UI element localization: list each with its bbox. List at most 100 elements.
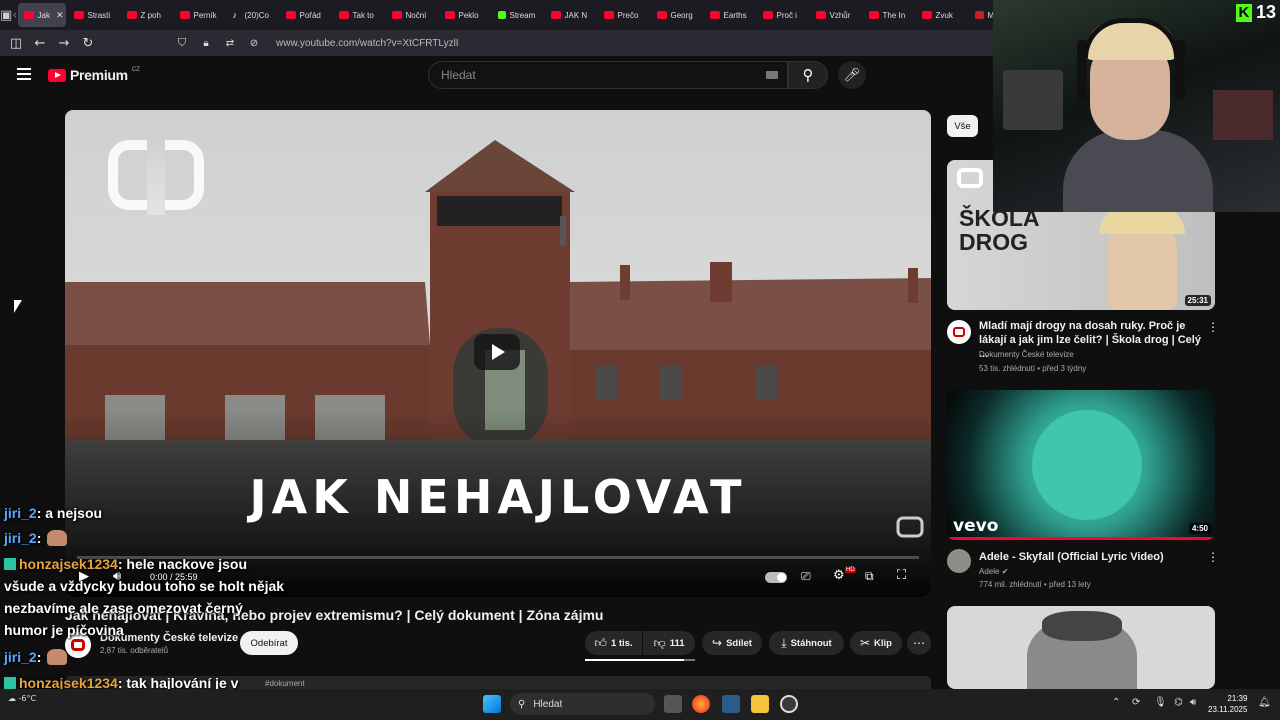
browser-tab[interactable]: Tak to	[333, 3, 384, 27]
thumbs-up-icon: 👍︎	[594, 635, 607, 650]
browser-tab[interactable]: JAK N	[545, 3, 596, 27]
download-button[interactable]: ⤓ Stáhnout	[769, 631, 844, 655]
chat-message: nezbavíme ale zase omezovat černý	[4, 600, 243, 616]
app-icon[interactable]	[722, 695, 740, 713]
kick-viewer-count: K 13	[1235, 2, 1276, 23]
dislike-count: 111	[669, 637, 685, 649]
lock-icon[interactable]: 🔒︎	[194, 38, 218, 49]
filter-chip-all[interactable]: Vše	[947, 115, 978, 137]
back-icon[interactable]: ←	[28, 36, 52, 51]
browser-tab[interactable]: Vzhůr	[810, 3, 861, 27]
mic-tray-icon[interactable]: 🎙︎	[1154, 697, 1167, 708]
browser-tab[interactable]: Perník	[174, 3, 225, 27]
recommendation-meta: 53 tis. zhlédnutí • před 3 týdny	[979, 364, 1087, 373]
weather-temp: -6°C	[18, 694, 37, 703]
browser-tab[interactable]: The In	[863, 3, 914, 27]
webcam-overlay: K 13	[993, 0, 1280, 212]
sync-icon[interactable]: ⟳	[1132, 697, 1140, 708]
browser-tab[interactable]: Pořád	[280, 3, 331, 27]
file-explorer-icon[interactable]	[751, 695, 769, 713]
search-input[interactable]: Hledat	[428, 61, 788, 89]
youtube-icon	[656, 11, 667, 19]
browser-tab[interactable]: ♪ (20)Co	[227, 3, 278, 27]
chat-text: :	[36, 649, 42, 665]
recommendation-title[interactable]: Adele - Skyfall (Official Lyric Video)	[979, 550, 1201, 564]
channel-avatar[interactable]	[947, 549, 971, 573]
browser-tab[interactable]: Zvuk	[916, 3, 967, 27]
browser-tab[interactable]: Georg	[651, 3, 702, 27]
weather-widget[interactable]: ☁ -6°C	[8, 694, 36, 703]
taskbar-search-input[interactable]: ⚲ Hledat	[510, 693, 655, 715]
search-button[interactable]: ⚲	[788, 61, 828, 89]
browser-tab[interactable]: Jak ✕	[17, 3, 66, 27]
browser-tab[interactable]: Prečo	[598, 3, 649, 27]
thumbnail-text-line2: DROG	[959, 229, 1028, 255]
play-overlay-button[interactable]	[474, 334, 520, 370]
more-vert-icon[interactable]: ⋮	[1207, 550, 1219, 564]
like-ratio-bar	[585, 659, 695, 661]
more-horizontal-icon: ⋯	[913, 636, 925, 650]
browser-tab[interactable]: Strasti	[68, 3, 119, 27]
like-button[interactable]: 👍︎ 1 tis.	[585, 631, 642, 655]
recommendation-channel[interactable]: Adele ✔	[979, 567, 1008, 576]
video-overlay-title: JAK NEHAJLOVAT	[249, 470, 747, 524]
tab-label: Peklo	[458, 10, 479, 20]
browser-tab[interactable]: Z poh	[121, 3, 172, 27]
clip-label: Klip	[874, 637, 892, 649]
youtube-logo[interactable]: Premium CZ	[48, 67, 140, 83]
more-vert-icon[interactable]: ⋮	[1207, 320, 1219, 334]
menu-icon[interactable]	[17, 68, 31, 83]
start-icon[interactable]	[483, 695, 501, 713]
fullscreen-icon[interactable]: ⛶	[897, 568, 906, 583]
miniplayer-icon[interactable]: ⧉	[865, 569, 874, 584]
close-tab-icon[interactable]: ✕	[56, 10, 64, 21]
network-icon[interactable]: ⌬	[1174, 697, 1183, 708]
clock[interactable]: 21:39 23.11.2025	[1208, 693, 1247, 715]
keyboard-icon[interactable]	[766, 71, 778, 79]
mic-button[interactable]: 🎤︎	[838, 61, 866, 89]
forward-icon[interactable]: →	[52, 36, 76, 51]
tray-overflow-icon[interactable]: ⌃	[1112, 697, 1120, 708]
sidebar-toggle-icon[interactable]: ◫	[4, 36, 28, 51]
channel-label: Adele	[979, 567, 1000, 576]
notifications-icon[interactable]: 🔔︎	[1258, 697, 1271, 708]
chat-message: jiri_2: a nejsou	[4, 505, 102, 521]
browser-tab[interactable]: Peklo	[439, 3, 490, 27]
chat-text: : a nejsou	[36, 505, 103, 521]
recommendation-thumbnail[interactable]: vevo 4:50	[947, 390, 1215, 540]
recommendation-thumbnail[interactable]	[947, 606, 1215, 689]
shield-icon[interactable]: ⛉	[170, 36, 194, 50]
autoplay-toggle[interactable]	[765, 572, 787, 583]
volume-tray-icon[interactable]: 🔊︎	[1190, 697, 1196, 708]
browser-tab[interactable]: Stream	[492, 3, 543, 27]
chat-text: humor je píčovina	[4, 622, 124, 638]
firefox-icon[interactable]	[692, 695, 710, 713]
more-actions-button[interactable]: ⋯	[907, 631, 931, 655]
chat-message: jiri_2:	[4, 530, 68, 546]
obs-icon[interactable]	[780, 695, 798, 713]
browser-tab[interactable]: Proč i	[757, 3, 808, 27]
reload-icon[interactable]: ↻	[76, 36, 100, 51]
browser-tab[interactable]: Earths	[704, 3, 755, 27]
recommendation-channel[interactable]: Dokumenty České televize	[979, 350, 1074, 359]
tab-label: Zvuk	[935, 10, 953, 20]
clip-button[interactable]: ✂ Klip	[850, 631, 902, 655]
dislike-button[interactable]: 👎︎ 111	[643, 631, 695, 655]
logo-region: CZ	[131, 67, 140, 73]
browser-tab-bar: ▣ ‹ Jak ✕ Strasti Z poh Perník ♪ (20)Co Pořád Ta…	[0, 0, 996, 30]
subtitles-icon[interactable]: ⎚	[801, 569, 811, 584]
scissors-icon: ✂	[859, 636, 871, 650]
task-view-icon[interactable]	[664, 695, 682, 713]
subscribe-button[interactable]: Odebírat	[240, 631, 298, 655]
browser-tab[interactable]: Noční	[386, 3, 437, 27]
url-field[interactable]: www.youtube.com/watch?v=XtCFRTLyzlI	[276, 38, 459, 49]
permissions-icon[interactable]: ⇄	[218, 38, 242, 49]
chat-badge-icon	[4, 677, 16, 689]
chat-text: nezbavíme ale zase omezovat černý	[4, 600, 243, 616]
settings-icon[interactable]: ⚙	[833, 568, 845, 583]
share-button[interactable]: ↪ Sdílet	[702, 631, 762, 655]
browser-nav-bar: ◫ ← → ↻ ⛉ 🔒︎ ⇄ ⊘ www.youtube.com/watch?v…	[0, 30, 993, 56]
autoplay-blocked-icon[interactable]: ⊘	[242, 38, 266, 49]
tab-overview-icon[interactable]: ▣	[0, 0, 12, 30]
channel-avatar[interactable]	[947, 320, 971, 344]
